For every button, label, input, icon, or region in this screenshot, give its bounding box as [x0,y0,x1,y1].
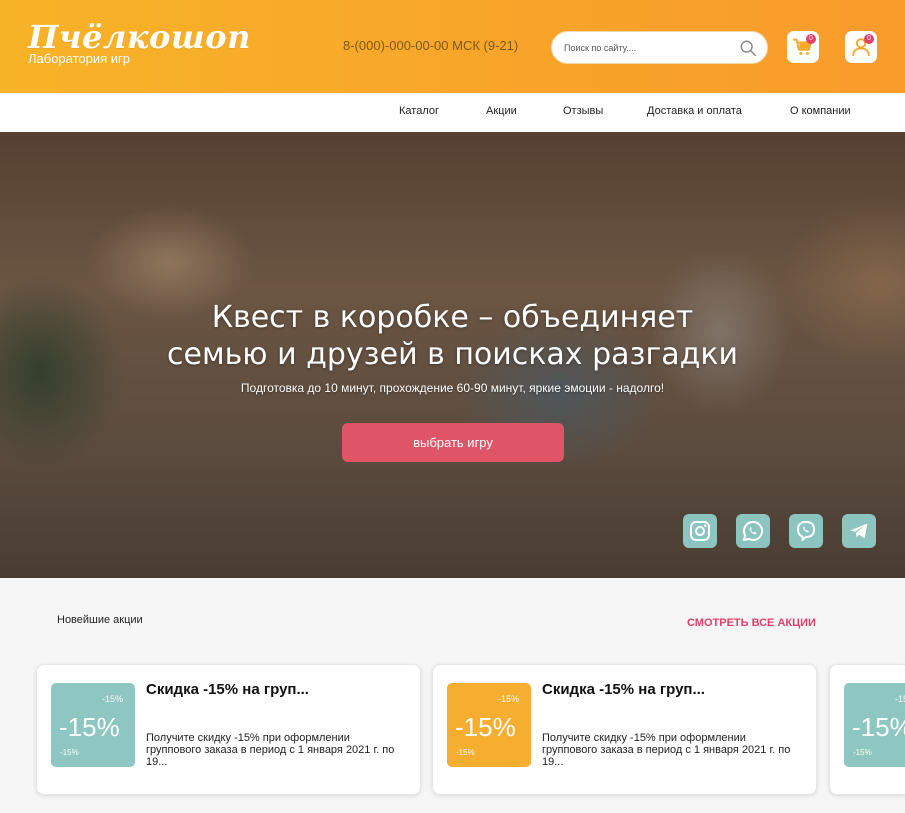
site-logo[interactable]: Пчёлкошоп Лаборатория игр [28,20,251,66]
search-box [551,31,768,64]
discount-badge-value: -15% [852,712,905,742]
hero-title-line1: Квест в коробке – объединяет [211,300,694,335]
main-nav: Каталог Акции Отзывы Доставка и оплата О… [0,93,905,132]
discount-badge-top: -15 [894,694,905,704]
discount-badge-bottom: -15% [456,748,475,757]
cart-button[interactable]: 0 [787,31,819,63]
hero-banner: Квест в коробке – объединяет семью и дру… [0,132,905,578]
user-count-badge: 0 [864,34,874,44]
contact-phone[interactable]: 8-(000)-000-00-00 МСК (9-21) [343,38,518,53]
promotions-heading: Новейшие акции [57,614,143,626]
logo-wordmark: Пчёлкошоп [28,18,251,56]
nav-item-catalog[interactable]: Каталог [399,105,439,117]
whatsapp-icon [743,520,764,541]
viber-link[interactable] [789,514,823,548]
telegram-icon [850,523,868,539]
discount-badge-value: -15% [455,712,516,742]
nav-item-delivery[interactable]: Доставка и оплата [647,105,742,117]
promo-card[interactable]: -15% -15% -15% Скидка -15% на груп... По… [36,664,421,795]
discount-badge-bottom: -15% [853,748,872,757]
nav-item-promotions[interactable]: Акции [486,105,517,117]
discount-badge-top: -15% [497,694,519,704]
discount-badge: -15% -15% -15% [51,683,135,767]
discount-badge-bottom: -15% [60,748,79,757]
discount-badge-value: -15% [59,712,120,742]
cart-count-badge: 0 [806,34,816,44]
promo-card[interactable]: -15% -15% -15% Скидка -15% на груп... По… [432,664,817,795]
search-input[interactable] [564,40,734,56]
site-header: Пчёлкошоп Лаборатория игр 8-(000)-000-00… [0,0,905,93]
search-icon[interactable] [739,39,757,57]
discount-badge: -15% -15% -15% [447,683,531,767]
promo-description: Получите скидку -15% при оформлении груп… [146,732,395,768]
promo-title[interactable]: Скидка -15% на груп... [146,681,309,698]
discount-badge-top: -15% [101,694,123,704]
telegram-link[interactable] [842,514,876,548]
account-button[interactable]: 0 [845,31,877,63]
hero-subtitle: Подготовка до 10 минут, прохождение 60-9… [240,381,665,395]
discount-badge: -15 -15% -15% [844,683,905,767]
promo-description: Получите скидку -15% при оформлении груп… [542,732,791,768]
nav-item-about[interactable]: О компании [790,105,851,117]
nav-item-reviews[interactable]: Отзывы [563,105,603,117]
instagram-icon [690,521,710,541]
viber-icon [797,521,815,541]
see-all-promotions-link[interactable]: СМОТРЕТЬ ВСЕ АКЦИИ [687,617,816,629]
whatsapp-link[interactable] [736,514,770,548]
promo-title[interactable]: Скидка -15% на груп... [542,681,705,698]
hero-title: Квест в коробке – объединяет семью и дру… [0,299,905,373]
instagram-link[interactable] [683,514,717,548]
choose-game-button[interactable]: выбрать игру [342,423,564,462]
hero-title-line2: семью и друзей в поисках разгадки [167,337,738,372]
promo-card[interactable]: -15 -15% -15% [829,664,905,795]
